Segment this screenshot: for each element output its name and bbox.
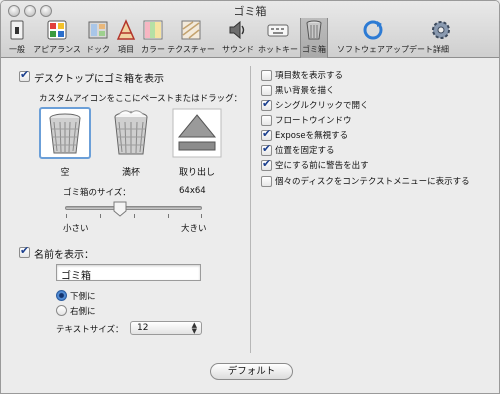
option-checkbox-single-click[interactable] [261,97,272,111]
option-label: 項目数を表示する [275,71,344,81]
position-right-label: 右側に [70,307,96,317]
option-checkbox-warn-before-empty[interactable] [261,157,272,171]
size-slider-knob[interactable] [113,201,127,217]
toolbar-item-trash[interactable]: ゴミ箱 [300,18,328,58]
update-icon [363,20,383,40]
slider-tick [201,214,202,218]
icon-well-eject[interactable] [171,107,223,159]
size-label: ゴミ箱のサイズ： [63,188,131,198]
items-icon [116,19,136,40]
sound-icon [229,20,245,40]
option-label: フロートウインドウ [275,116,352,126]
toolbar-item-texture[interactable]: テクスチャー [167,18,215,58]
trash-icon [306,20,322,40]
toolbar-item-appearance[interactable]: アピアランス [33,18,81,58]
option-checkbox-lock-position[interactable] [261,142,272,156]
slider-tick [100,214,101,218]
option-label: Exposeを無視する [275,131,349,141]
show-on-desktop-checkbox[interactable] [19,68,30,82]
slider-tick [168,214,169,218]
position-below-label: 下側に [70,292,96,302]
option-label: 個々のディスクをコンテクストメニューに表示する [275,177,470,187]
full-trash-icon [114,110,148,155]
size-min-label: 小さい [63,224,89,234]
pane-divider [250,66,251,353]
color-icon [143,20,163,40]
size-slider-track[interactable] [65,206,202,210]
preferences-window: ゴミ箱 一般 アピアランス ドック 項目 カラー テクスチャー サウンド ホット… [0,0,500,394]
dock-icon [88,21,108,39]
slider-tick [134,214,135,218]
texture-icon [181,20,201,40]
show-name-label: 名前を表示： [34,250,94,261]
toolbar-item-advanced[interactable]: 詳細 [429,18,453,58]
option-checkbox-ignore-expose[interactable] [261,127,272,141]
icon-well-full[interactable] [105,107,157,159]
icon-full-label: 満杯 [121,168,140,178]
icon-well-empty[interactable] [39,107,91,159]
show-on-desktop-label: デスクトップにゴミ箱を表示 [34,74,164,85]
option-label: 空にする前に警告を出す [275,161,369,171]
updown-arrows-icon: ▲ ▼ [191,321,197,335]
option-checkbox-show-disks[interactable] [261,176,272,187]
window-title: ゴミ箱 [233,5,267,18]
position-right-radio[interactable] [56,305,67,316]
icon-empty-label: 空 [60,168,70,178]
option-checkbox-float-window[interactable] [261,115,272,126]
show-name-checkbox[interactable] [19,244,30,258]
text-size-label: テキストサイズ： [56,325,124,335]
option-label: 位置を固定する [275,146,335,156]
size-value: 64x64 [179,186,206,196]
empty-trash-icon [49,113,81,154]
switch-icon [10,20,24,40]
appearance-icon [47,20,67,40]
option-checkbox-black-background[interactable] [261,85,272,96]
eject-icon [172,108,222,158]
option-label: 黒い背景を描く [275,86,335,96]
size-max-label: 大きい [181,224,207,234]
keyboard-icon [267,24,289,37]
position-below-radio[interactable] [56,290,67,301]
title-toolbar: ゴミ箱 一般 アピアランス ドック 項目 カラー テクスチャー サウンド ホット… [1,1,499,58]
default-button[interactable]: デフォルト [210,363,293,380]
text-size-value: 12 [137,323,149,333]
text-size-popup[interactable]: 12 ▲ ▼ [130,321,202,335]
gear-icon [432,21,450,39]
toolbar-item-software-update[interactable]: ソフトウェアアップデート [337,18,433,58]
icon-eject-label: 取り出し [178,168,215,178]
paste-hint: カスタムアイコンをここにペーストまたはドラッグ： [39,94,243,104]
option-label: シングルクリックで開く [275,101,369,111]
option-checkbox-show-count[interactable] [261,70,272,81]
trash-name-field[interactable]: ゴミ箱 [56,264,201,282]
slider-tick [66,214,67,218]
toolbar: 一般 アピアランス ドック 項目 カラー テクスチャー サウンド ホットキー ゴ… [1,18,499,58]
